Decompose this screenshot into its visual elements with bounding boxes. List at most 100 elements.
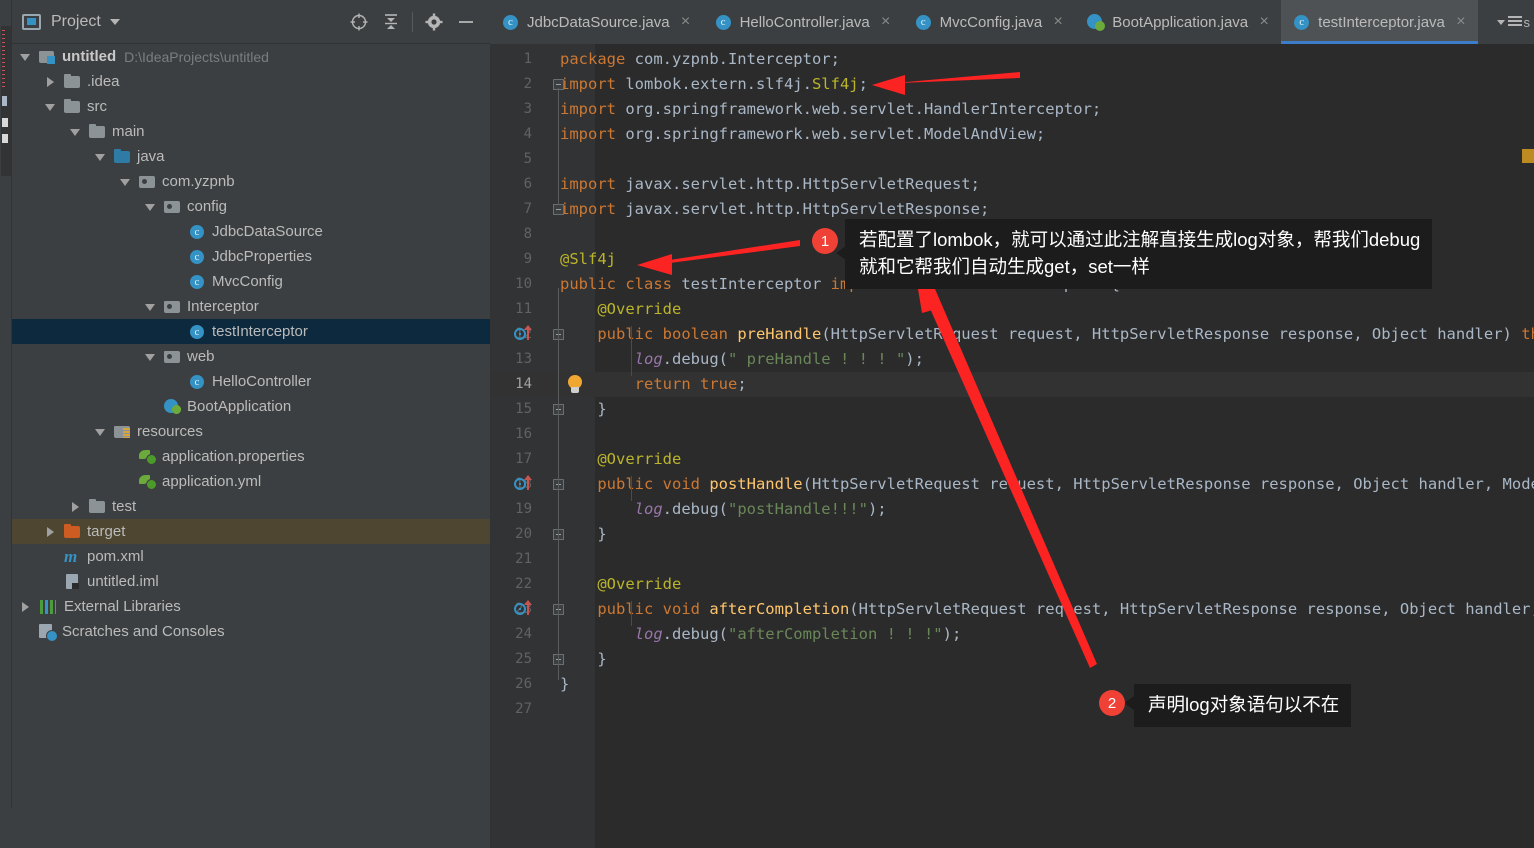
folder-icon <box>89 124 107 139</box>
tree-row-external-libraries[interactable]: External Libraries <box>12 594 490 619</box>
tree-toggle-open-icon[interactable] <box>145 301 156 312</box>
override-method-marker-icon[interactable] <box>514 600 536 617</box>
close-icon[interactable]: × <box>679 14 693 30</box>
editor-tab-hellocontroller[interactable]: HelloController.java × <box>703 0 903 44</box>
tree-toggle-open-icon[interactable] <box>120 176 131 187</box>
tree-row-untitled[interactable]: untitled D:\IdeaProjects\untitled <box>12 44 490 69</box>
tree-toggle-closed-icon[interactable] <box>20 601 31 612</box>
chevron-down-icon[interactable] <box>1496 19 1505 25</box>
code-line-21[interactable]: 21 <box>490 547 1534 572</box>
tree-row-testinterceptor[interactable]: testInterceptor <box>12 319 490 344</box>
intention-bulb-icon[interactable] <box>566 375 584 395</box>
tree-row-jdbcdatasource[interactable]: JdbcDataSource <box>12 219 490 244</box>
token-id: ); <box>867 500 887 518</box>
line-number: 3 <box>523 101 532 117</box>
tree-row-scratches-and-consoles[interactable]: Scratches and Consoles <box>12 619 490 644</box>
tree-row-untitled-iml[interactable]: untitled.iml <box>12 569 490 594</box>
code-line-11[interactable]: 11 @Override <box>490 297 1534 322</box>
code-line-22[interactable]: 22 @Override <box>490 572 1534 597</box>
code-line-6[interactable]: 6 import javax.servlet.http.HttpServletRe… <box>490 172 1534 197</box>
tree-row-com-yzpnb[interactable]: com.yzpnb <box>12 169 490 194</box>
tree-row-hellocontroller[interactable]: HelloController <box>12 369 490 394</box>
code-line-19[interactable]: 19 log.debug("postHandle!!!"); <box>490 497 1534 522</box>
code-line-1[interactable]: 1 package com.yzpnb.Interceptor; <box>490 47 1534 72</box>
minimize-icon[interactable] <box>450 8 482 36</box>
code-line-16[interactable]: 16 <box>490 422 1534 447</box>
code-line-2[interactable]: 2 import lombok.extern.slf4j.Slf4j; <box>490 72 1534 97</box>
code-line-27[interactable]: 27 <box>490 697 1534 722</box>
tree-row-interceptor[interactable]: Interceptor <box>12 294 490 319</box>
tree-row-test[interactable]: test <box>12 494 490 519</box>
editor-tab-bootapplication[interactable]: BootApplication.java × <box>1075 0 1281 44</box>
tree-toggle-closed-icon[interactable] <box>45 76 56 87</box>
tree-toggle-open-icon[interactable] <box>145 201 156 212</box>
code-line-25[interactable]: 25 } <box>490 647 1534 672</box>
code-line-17[interactable]: 17 @Override <box>490 447 1534 472</box>
code-editor[interactable]: 1 package com.yzpnb.Interceptor; 2 import l… <box>490 44 1534 848</box>
tree-row-web[interactable]: web <box>12 344 490 369</box>
tree-row-bootapplication[interactable]: BootApplication <box>12 394 490 419</box>
gear-icon[interactable] <box>418 8 450 36</box>
code-lines[interactable]: 1 package com.yzpnb.Interceptor; 2 import l… <box>490 44 1534 848</box>
tree-row-mvcconfig[interactable]: MvcConfig <box>12 269 490 294</box>
editor-tab-testinterceptor[interactable]: testInterceptor.java × <box>1281 0 1478 44</box>
token-id: } <box>560 525 607 543</box>
annotation-badge-2: 2 <box>1099 690 1125 716</box>
tree-row-resources[interactable]: resources <box>12 419 490 444</box>
close-icon[interactable]: × <box>879 14 893 30</box>
code-line-26[interactable]: 26} <box>490 672 1534 697</box>
code-line-3[interactable]: 3 import org.springframework.web.servlet.… <box>490 97 1534 122</box>
editor-tab-overflow[interactable]: s <box>1492 0 1534 44</box>
code-line-15[interactable]: 15 } <box>490 397 1534 422</box>
tree-toggle-open-icon[interactable] <box>70 126 81 137</box>
tree-row-java[interactable]: java <box>12 144 490 169</box>
token-id: } <box>560 675 570 693</box>
locate-icon[interactable] <box>343 8 375 36</box>
close-icon[interactable]: × <box>1257 14 1271 30</box>
tree-toggle-open-icon[interactable] <box>45 101 56 112</box>
tree-toggle-open-icon[interactable] <box>95 426 106 437</box>
tree-row-config[interactable]: config <box>12 194 490 219</box>
token-id: (HttpServletRequest request, HttpServlet… <box>821 325 1522 343</box>
collapse-all-icon[interactable] <box>375 8 407 36</box>
tree-toggle-open-icon[interactable] <box>20 51 31 62</box>
code-line-12[interactable]: 12 public boolean preHandle(HttpServletR… <box>490 322 1534 347</box>
code-fold-minus bot-icon[interactable] <box>553 196 564 215</box>
editor-tab-mvcconfig[interactable]: MvcConfig.java × <box>903 0 1076 44</box>
editor-tab-jdbcdatasource[interactable]: JdbcDataSource.java × <box>490 0 703 44</box>
tree-row-main[interactable]: main <box>12 119 490 144</box>
code-line-13[interactable]: 13 log.debug(" preHandle ! ! ! "); <box>490 347 1534 372</box>
code-line-4[interactable]: 4 import org.springframework.web.servlet.… <box>490 122 1534 147</box>
override-method-marker-icon[interactable] <box>514 325 536 342</box>
close-icon[interactable]: × <box>1454 14 1468 30</box>
tree-toggle-closed-icon[interactable] <box>70 501 81 512</box>
tree-row-jdbcproperties[interactable]: JdbcProperties <box>12 244 490 269</box>
warning-stripe-marker[interactable] <box>1522 149 1534 163</box>
tree-toggle-closed-icon[interactable] <box>45 526 56 537</box>
code-line-23[interactable]: 23 public void afterCompletion(HttpServl… <box>490 597 1534 622</box>
editor-tab-bar[interactable]: JdbcDataSource.java×HelloController.java… <box>490 0 1534 44</box>
tree-row--idea[interactable]: .idea <box>12 69 490 94</box>
tree-row-pom-xml[interactable]: pom.xml <box>12 544 490 569</box>
left-tool-strip[interactable] <box>0 0 12 848</box>
tab-list-icon[interactable] <box>1507 16 1522 28</box>
chevron-down-icon[interactable] <box>109 18 120 25</box>
editor-area: JdbcDataSource.java×HelloController.java… <box>490 0 1534 848</box>
tree-row-application-yml[interactable]: application.yml <box>12 469 490 494</box>
code-line-14[interactable]: 14 return true; <box>490 372 1534 397</box>
tree-toggle-open-icon[interactable] <box>145 351 156 362</box>
code-line-18[interactable]: 18 public void postHandle(HttpServletReq… <box>490 472 1534 497</box>
override-method-marker-icon[interactable] <box>514 475 536 492</box>
tree-row-application-properties[interactable]: application.properties <box>12 444 490 469</box>
strip-marker-3 <box>2 134 8 143</box>
project-tree[interactable]: untitled D:\IdeaProjects\untitled .idea src… <box>12 44 490 848</box>
close-icon[interactable]: × <box>1051 14 1065 30</box>
tree-toggle-open-icon[interactable] <box>95 151 106 162</box>
code-line-20[interactable]: 20 } <box>490 522 1534 547</box>
tree-row-src[interactable]: src <box>12 94 490 119</box>
code-line-24[interactable]: 24 log.debug("afterCompletion ! ! !"); <box>490 622 1534 647</box>
code-line-5[interactable]: 5 <box>490 147 1534 172</box>
tree-row-target[interactable]: target <box>12 519 490 544</box>
